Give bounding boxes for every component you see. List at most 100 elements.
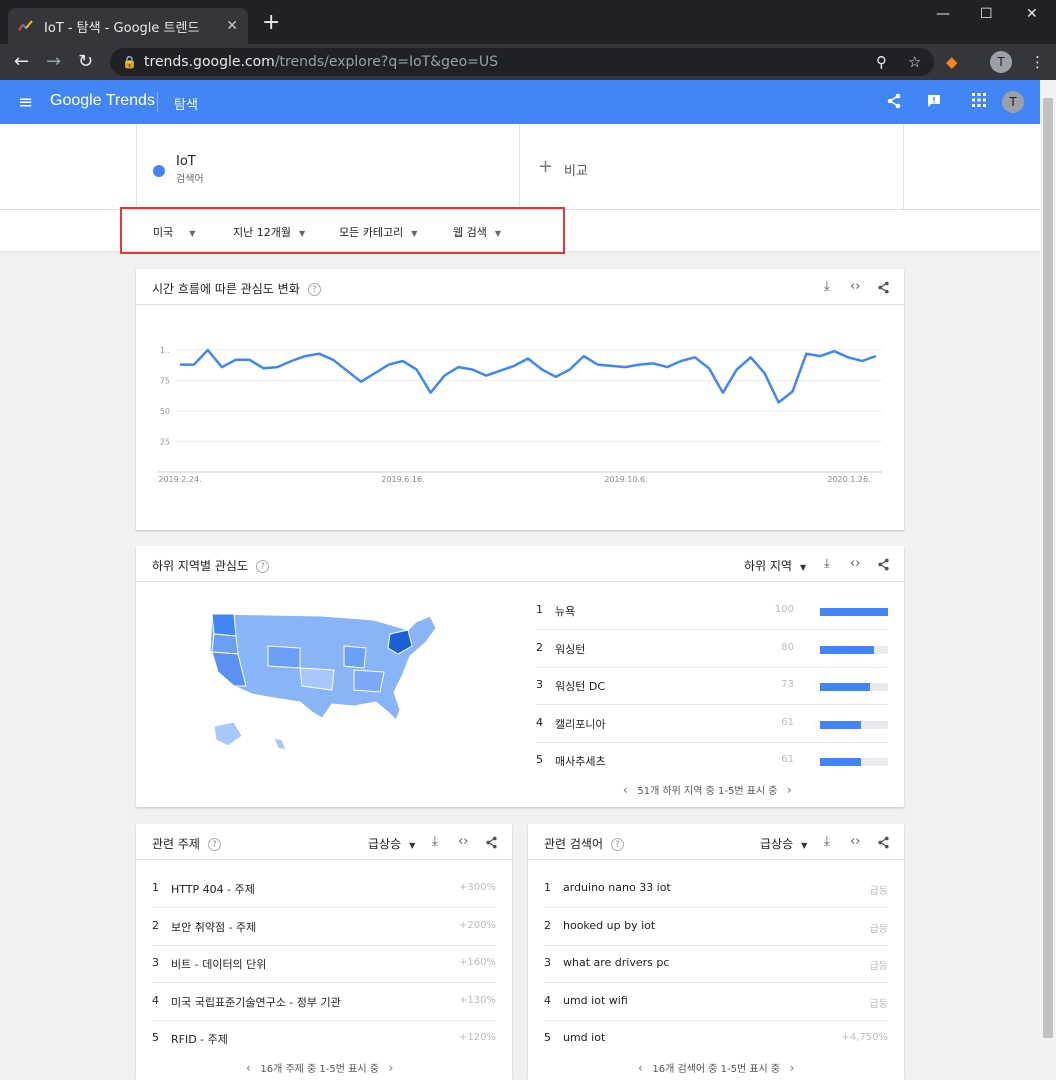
browser-profile-avatar[interactable]: T <box>990 51 1012 73</box>
score-bar-fill <box>820 758 862 766</box>
share-icon[interactable] <box>886 93 902 109</box>
list-item[interactable]: 5 매사추세츠 61 <box>536 743 888 780</box>
maximize-icon[interactable]: ☐ <box>980 6 993 22</box>
row-value: 급등 <box>869 961 888 972</box>
feedback-icon[interactable] <box>926 93 942 109</box>
help-icon[interactable]: ? <box>611 838 625 851</box>
region-filter[interactable]: 미국 ▼ <box>153 224 195 240</box>
list-item[interactable]: 1 arduino nano 33 iot 급등 <box>544 871 888 908</box>
row-value: 급등 <box>869 998 888 1010</box>
prev-page-icon[interactable]: ‹ <box>623 783 628 797</box>
term-color-dot <box>153 165 165 177</box>
account-avatar[interactable]: T <box>1002 91 1024 113</box>
bookmark-star-icon[interactable]: ☆ <box>908 53 921 71</box>
card-title: 하위 지역별 관심도? <box>152 557 269 574</box>
row-value: +130% <box>459 994 496 1006</box>
related-queries-title: 관련 검색어 <box>544 837 604 851</box>
chevron-down-icon: ▼ <box>409 841 416 850</box>
page-scrollbar[interactable] <box>1040 80 1056 1080</box>
list-item[interactable]: 2 보안 취약점 - 주제 +200% <box>152 909 496 946</box>
window-close-icon[interactable]: ✕ <box>1026 6 1038 22</box>
period-filter[interactable]: 지난 12개월 ▼ <box>233 224 305 240</box>
search-term-card[interactable]: IoT 검색어 <box>136 124 520 210</box>
forward-icon[interactable]: → <box>46 52 61 72</box>
row-label: 미국 국립표준기술연구소 - 정부 기관 <box>171 995 341 1009</box>
subregion-dropdown[interactable]: 하위 지역 ▼ <box>744 557 806 574</box>
compare-add-box[interactable]: + 비교 <box>520 124 904 210</box>
browser-tab[interactable]: IoT - 탐색 - Google 트렌드 ✕ <box>8 8 248 44</box>
list-item[interactable]: 4 umd iot wifi 급등 <box>544 984 888 1021</box>
help-icon[interactable]: ? <box>307 283 321 296</box>
metamask-extension-icon[interactable]: ◆ <box>946 53 958 71</box>
prev-page-icon[interactable]: ‹ <box>638 1061 643 1075</box>
account-initial: T <box>1009 95 1017 109</box>
card-title: 시간 흐름에 따른 관심도 변화? <box>152 280 321 297</box>
scrollbar-thumb[interactable] <box>1043 98 1053 1038</box>
url-path: /trends/explore?q=IoT&geo=US <box>274 54 499 70</box>
list-item[interactable]: 4 캘리포니아 61 <box>536 706 888 743</box>
row-label: 워싱턴 DC <box>555 680 606 693</box>
row-rank: 4 <box>544 993 551 1007</box>
share-icon[interactable] <box>877 836 890 849</box>
share-icon[interactable] <box>485 836 498 849</box>
interest-line-chart[interactable]: 1.. 75 50 25 2019.2.24. 2019.6.16. 2019.10.6. 2… <box>136 306 904 530</box>
list-item[interactable]: 4 미국 국립표준기술연구소 - 정부 기관 +130% <box>152 984 496 1021</box>
prev-page-icon[interactable]: ‹ <box>246 1061 251 1075</box>
list-item[interactable]: 1 뉴욕 100 <box>536 593 888 630</box>
embed-icon[interactable]: ‹› <box>850 834 860 849</box>
trends-logo[interactable]: Google Trends <box>50 92 155 110</box>
list-item[interactable]: 2 hooked up by iot 급등 <box>544 909 888 946</box>
header-divider <box>157 92 158 112</box>
share-icon[interactable] <box>877 281 890 294</box>
row-rank: 2 <box>544 918 551 932</box>
search-type-filter[interactable]: 웹 검색 ▼ <box>453 224 501 240</box>
minimize-icon[interactable]: — <box>936 6 950 22</box>
embed-icon[interactable]: ‹› <box>850 279 860 294</box>
download-icon[interactable]: ⤓ <box>824 556 830 571</box>
us-map[interactable] <box>204 606 444 754</box>
share-icon[interactable] <box>877 558 890 571</box>
row-label: arduino nano 33 iot <box>563 881 671 894</box>
browser-menu-icon[interactable]: ⋮ <box>1030 53 1045 71</box>
chevron-down-icon: ▼ <box>799 563 807 572</box>
list-item[interactable]: 5 RFID - 주제 +120% <box>152 1021 496 1058</box>
interest-over-time-card: 시간 흐름에 따른 관심도 변화? ⤓ ‹› 1.. 75 50 25 2019.2.2… <box>136 269 904 530</box>
x-tick-label: 2019.2.24. <box>158 475 201 484</box>
zoom-icon[interactable]: ⚲ <box>876 53 887 71</box>
category-filter[interactable]: 모든 카테고리 ▼ <box>339 224 417 240</box>
list-item[interactable]: 5 umd iot +4,750% <box>544 1021 888 1058</box>
row-label: 보안 취약점 - 주제 <box>171 920 257 934</box>
download-icon[interactable]: ⤓ <box>432 834 438 849</box>
apps-icon[interactable] <box>972 93 986 107</box>
download-icon[interactable]: ⤓ <box>824 279 830 294</box>
next-page-icon[interactable]: › <box>388 1061 393 1075</box>
tab-close-icon[interactable]: ✕ <box>226 18 238 34</box>
download-icon[interactable]: ⤓ <box>824 834 830 849</box>
list-item[interactable]: 3 비트 - 데이터의 단위 +160% <box>152 946 496 983</box>
x-tick-label: 2020.1.26. <box>827 475 870 484</box>
queries-dropdown[interactable]: 급상승 ▼ <box>760 835 807 852</box>
next-page-icon[interactable]: › <box>790 1061 795 1075</box>
menu-icon[interactable]: ≡ <box>18 92 33 113</box>
score-bar <box>820 720 888 729</box>
next-page-icon[interactable]: › <box>787 783 792 797</box>
new-tab-icon[interactable]: + <box>262 12 280 34</box>
list-item[interactable]: 2 워싱턴 80 <box>536 631 888 668</box>
list-item[interactable]: 3 what are drivers pc 급등 <box>544 946 888 983</box>
regional-interest-card: 하위 지역별 관심도? 하위 지역 ▼ ⤓ ‹› 1 뉴욕 100 2 워싱턴 80 3 워싱턴… <box>136 546 904 807</box>
card-header: 관련 주제? 급상승 ▼ ⤓ ‹› <box>136 824 512 860</box>
embed-icon[interactable]: ‹› <box>850 556 860 571</box>
score-bar-fill <box>820 608 888 616</box>
back-icon[interactable]: ← <box>14 52 29 72</box>
help-icon[interactable]: ? <box>207 838 221 851</box>
reload-icon[interactable]: ↻ <box>78 52 93 72</box>
list-item[interactable]: 3 워싱턴 DC 73 <box>536 668 888 705</box>
url-field[interactable]: 🔒 trends.google.com /trends/explore?q=Io… <box>110 48 934 76</box>
topics-dropdown[interactable]: 급상승 ▼ <box>368 835 415 852</box>
row-rank: 3 <box>152 956 159 969</box>
list-item[interactable]: 1 HTTP 404 - 주제 +300% <box>152 871 496 908</box>
help-icon[interactable]: ? <box>255 560 269 573</box>
region-pager: ‹ 51개 하위 지역 중 1-5번 표시 중 › <box>623 782 792 797</box>
row-value: 급등 <box>869 886 888 897</box>
embed-icon[interactable]: ‹› <box>458 834 468 849</box>
